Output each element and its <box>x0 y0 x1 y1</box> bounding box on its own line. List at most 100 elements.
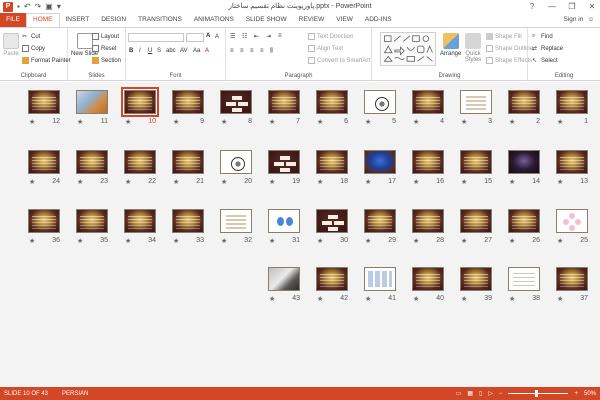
bold-button[interactable]: B <box>129 48 133 54</box>
slide-thumbnail[interactable] <box>556 150 588 174</box>
align-text-button[interactable]: Align Text <box>308 45 343 52</box>
slide-thumbnail[interactable] <box>121 87 159 117</box>
text-shadow-button[interactable]: abc <box>166 48 176 54</box>
slide-thumbnail[interactable] <box>364 90 396 114</box>
slide-thumbnail[interactable] <box>124 150 156 174</box>
slide-thumbnail[interactable] <box>508 90 540 114</box>
customize-qat-icon[interactable]: ▾ <box>57 2 61 12</box>
slide-transition-icon[interactable]: ★ <box>269 178 275 186</box>
shape-fill-button[interactable]: Shape Fill <box>486 33 522 40</box>
slide-transition-icon[interactable]: ★ <box>317 178 323 186</box>
slide-transition-icon[interactable]: ★ <box>413 295 419 303</box>
select-button[interactable]: ↖ Select <box>532 57 558 65</box>
underline-button[interactable]: U <box>148 48 152 54</box>
slide-thumbnail[interactable] <box>460 267 492 291</box>
shape-outline-button[interactable]: Shape Outline <box>486 45 533 52</box>
close-button[interactable]: ✕ <box>586 2 598 11</box>
slide-thumbnail[interactable] <box>556 90 588 114</box>
slide-thumbnail[interactable] <box>268 209 300 233</box>
slide-thumbnail[interactable] <box>364 267 396 291</box>
slide-transition-icon[interactable]: ★ <box>365 295 371 303</box>
slide-thumbnail[interactable] <box>172 150 204 174</box>
save-icon[interactable]: ▪ <box>17 2 20 12</box>
strikethrough-button[interactable]: S <box>157 48 161 54</box>
slide-thumbnail[interactable] <box>268 150 300 174</box>
tab-slide-show[interactable]: SLIDE SHOW <box>240 13 293 27</box>
slide-sorter-view-icon[interactable]: ▦ <box>467 390 473 397</box>
slide-thumbnail[interactable] <box>124 209 156 233</box>
find-button[interactable]: ⌕ Find <box>532 33 553 40</box>
slide-transition-icon[interactable]: ★ <box>77 237 83 245</box>
slide-transition-icon[interactable]: ★ <box>509 178 515 186</box>
font-family-select[interactable] <box>128 33 184 42</box>
slide-transition-icon[interactable]: ★ <box>365 118 371 126</box>
slide-transition-icon[interactable]: ★ <box>29 118 35 126</box>
slide-transition-icon[interactable]: ★ <box>461 237 467 245</box>
columns-button[interactable]: ⫼ <box>270 48 273 55</box>
slide-transition-icon[interactable]: ★ <box>173 237 179 245</box>
slide-transition-icon[interactable]: ★ <box>365 237 371 245</box>
slide-thumbnail[interactable] <box>460 150 492 174</box>
slide-transition-icon[interactable]: ★ <box>413 118 419 126</box>
slide-thumbnail[interactable] <box>412 209 444 233</box>
slide-thumbnail[interactable] <box>220 209 252 233</box>
slide-transition-icon[interactable]: ★ <box>77 118 83 126</box>
decrease-indent-button[interactable]: ⇤ <box>254 33 259 40</box>
shrink-font-button[interactable]: A <box>215 34 219 40</box>
slide-thumbnail[interactable] <box>28 150 60 174</box>
grow-font-button[interactable]: A <box>206 33 210 39</box>
slide-thumbnail[interactable] <box>220 150 252 174</box>
slide-thumbnail[interactable] <box>76 209 108 233</box>
layout-button[interactable]: Layout <box>92 33 119 40</box>
slide-thumbnail[interactable] <box>316 267 348 291</box>
paste-button[interactable]: Paste <box>3 33 19 57</box>
language-indicator[interactable]: PERSIAN <box>48 391 88 397</box>
zoom-out-button[interactable]: − <box>499 391 503 397</box>
slide-transition-icon[interactable]: ★ <box>413 178 419 186</box>
zoom-in-button[interactable]: + <box>574 391 578 397</box>
tab-animations[interactable]: ANIMATIONS <box>188 13 240 27</box>
slideshow-view-icon[interactable]: ▷ <box>488 390 493 397</box>
slide-transition-icon[interactable]: ★ <box>221 237 227 245</box>
slide-transition-icon[interactable]: ★ <box>557 237 563 245</box>
increase-indent-button[interactable]: ⇥ <box>266 33 271 40</box>
tab-transitions[interactable]: TRANSITIONS <box>132 13 188 27</box>
cut-button[interactable]: ✂ Cut <box>22 33 40 41</box>
format-painter-button[interactable]: Format Painter <box>22 57 71 64</box>
slide-transition-icon[interactable]: ★ <box>269 118 275 126</box>
slide-thumbnail[interactable] <box>268 267 300 291</box>
copy-button[interactable]: Copy <box>22 45 45 52</box>
slide-transition-icon[interactable]: ★ <box>173 178 179 186</box>
zoom-slider-thumb[interactable] <box>535 390 539 397</box>
align-center-button[interactable]: ≡ <box>240 48 244 54</box>
slide-transition-icon[interactable]: ★ <box>509 237 515 245</box>
section-button[interactable]: Section <box>92 57 121 64</box>
tab-design[interactable]: DESIGN <box>95 13 132 27</box>
slide-thumbnail[interactable] <box>28 90 60 114</box>
zoom-level[interactable]: 50% <box>584 391 596 397</box>
slide-thumbnail[interactable] <box>316 90 348 114</box>
italic-button[interactable]: I <box>139 48 141 54</box>
slide-thumbnail[interactable] <box>28 209 60 233</box>
slide-transition-icon[interactable]: ★ <box>461 178 467 186</box>
shapes-gallery[interactable] <box>380 32 436 66</box>
slide-thumbnail[interactable] <box>172 209 204 233</box>
redo-icon[interactable]: ↷ <box>35 2 42 12</box>
slide-thumbnail[interactable] <box>76 90 108 114</box>
account-icon[interactable]: ☺ <box>587 13 594 27</box>
restore-button[interactable]: ❐ <box>566 2 578 11</box>
change-case-button[interactable]: Aa <box>193 48 200 54</box>
slide-transition-icon[interactable]: ★ <box>509 295 515 303</box>
slide-thumbnail[interactable] <box>364 209 396 233</box>
slide-transition-icon[interactable]: ★ <box>557 295 563 303</box>
tab-review[interactable]: REVIEW <box>293 13 331 27</box>
tab-insert[interactable]: INSERT <box>60 13 96 27</box>
slide-thumbnail[interactable] <box>316 209 348 233</box>
reset-button[interactable]: Reset <box>92 45 117 52</box>
zoom-slider[interactable] <box>508 390 569 397</box>
slide-transition-icon[interactable]: ★ <box>173 118 179 126</box>
slide-thumbnail[interactable] <box>268 90 300 114</box>
font-color-button[interactable]: A <box>205 48 209 54</box>
line-spacing-button[interactable]: ≡ <box>278 33 282 39</box>
slide-thumbnail[interactable] <box>508 209 540 233</box>
